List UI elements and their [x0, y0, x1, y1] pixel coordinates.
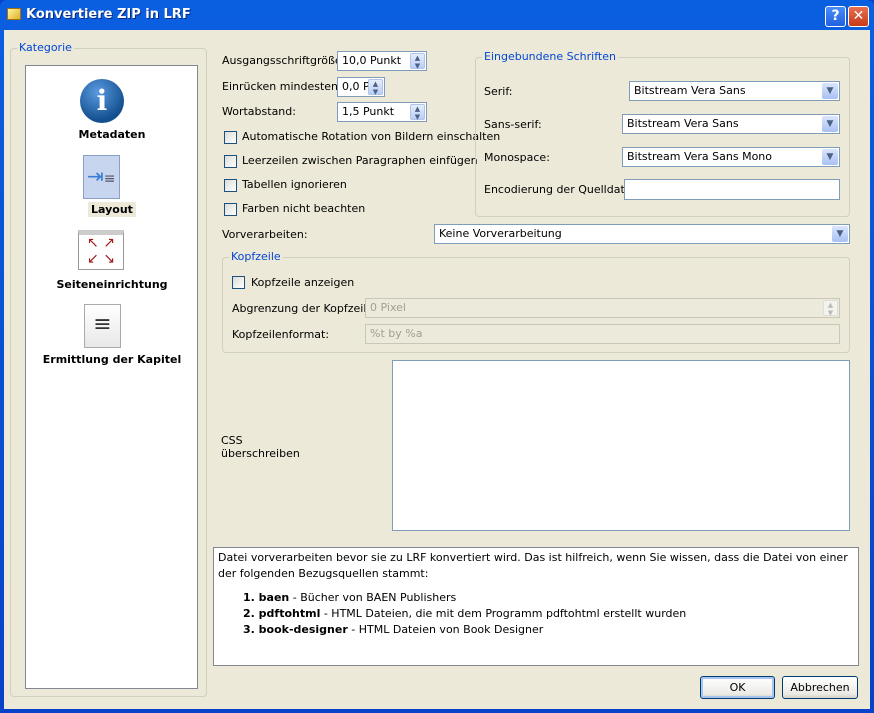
description-box: Datei vorverarbeiten bevor sie zu LRF ko…: [213, 547, 859, 666]
item-text: - HTML Dateien, die mit dem Programm pdf…: [320, 607, 687, 620]
spin-arrows-icon[interactable]: ▲ ▼: [368, 79, 383, 96]
monospace-label: Monospace:: [484, 151, 550, 164]
category-item-label: Layout: [88, 202, 136, 217]
encoding-input[interactable]: [624, 179, 840, 200]
font-size-label: Ausgangsschriftgröße:: [222, 54, 346, 67]
checkbox[interactable]: [224, 155, 237, 168]
category-item-label: Seiteneinrichtung: [56, 278, 168, 291]
item-name: 1. baen: [243, 591, 290, 604]
chevron-down-icon[interactable]: ▼: [822, 149, 838, 165]
spin-arrows-icon[interactable]: ▲ ▼: [823, 300, 838, 317]
header-separation-label: Abgrenzung der Kopfzeile:: [232, 302, 377, 315]
checkbox-label[interactable]: Farben nicht beachten: [242, 202, 365, 215]
sans-serif-font-select[interactable]: Bitstream Vera Sans ▼: [622, 114, 840, 134]
checkbox[interactable]: [224, 131, 237, 144]
description-intro: Datei vorverarbeiten bevor sie zu LRF ko…: [218, 551, 848, 580]
dialog-window: Konvertiere ZIP in LRF ? ✕ Kategorie i M…: [0, 0, 874, 713]
indent-label: Einrücken mindestens:: [222, 80, 348, 93]
ok-button[interactable]: OK: [700, 676, 775, 699]
header-separation-value: 0 Pixel: [370, 301, 406, 314]
checkbox-label[interactable]: Automatische Rotation von Bildern einsch…: [242, 130, 500, 143]
chevron-down-icon[interactable]: ▼: [832, 226, 848, 242]
checkbox[interactable]: [232, 276, 245, 289]
chevron-down-icon[interactable]: ▼: [822, 116, 838, 132]
description-item: 3. book-designer - HTML Dateien von Book…: [243, 622, 854, 638]
cancel-button[interactable]: Abbrechen: [782, 676, 858, 699]
word-spacing-label: Wortabstand:: [222, 105, 296, 118]
preprocess-label: Vorverarbeiten:: [222, 228, 308, 241]
category-list[interactable]: i Metadaten ⇥≡ Layout ↖ ↗ ↙ ↘ Seiteneinri…: [25, 65, 198, 689]
info-icon: i: [80, 79, 124, 123]
spin-arrows-icon[interactable]: ▲ ▼: [410, 104, 425, 121]
serif-value: Bitstream Vera Sans: [634, 84, 746, 97]
item-text: - HTML Dateien von Book Designer: [347, 623, 544, 636]
indent-spinbox[interactable]: 0,0 Pu ▲ ▼: [337, 77, 385, 97]
sans-serif-value: Bitstream Vera Sans: [627, 117, 739, 130]
checkbox-label[interactable]: Tabellen ignorieren: [242, 178, 347, 191]
category-item-label: Metadaten: [78, 128, 146, 141]
item-text: - Bücher von BAEN Publishers: [289, 591, 457, 604]
description-item: 2. pdftohtml - HTML Dateien, die mit dem…: [243, 606, 854, 622]
description-item: 1. baen - Bücher von BAEN Publishers: [243, 590, 854, 606]
embedded-fonts-label: Eingebundene Schriften: [482, 50, 618, 63]
chapter-icon: ≡: [84, 304, 121, 348]
dialog-body: Kategorie i Metadaten ⇥≡ Layout ↖ ↗ ↙ ↘ S…: [4, 30, 870, 709]
serif-label: Serif:: [484, 85, 513, 98]
font-size-spinbox[interactable]: 10,0 Punkt ▲ ▼: [337, 51, 427, 71]
checkbox-label[interactable]: Leerzeilen zwischen Paragraphen einfügen: [242, 154, 478, 167]
layout-icon: ⇥≡: [83, 155, 120, 199]
font-size-value: 10,0 Punkt: [342, 54, 402, 67]
sans-serif-label: Sans-serif:: [484, 118, 542, 131]
header-format-input[interactable]: %t by %a: [365, 324, 840, 344]
item-name: 2. pdftohtml: [243, 607, 321, 620]
css-label-override: überschreiben: [221, 447, 300, 460]
category-label: Kategorie: [17, 41, 74, 54]
css-textarea[interactable]: [392, 360, 850, 531]
spin-arrows-icon[interactable]: ▲ ▼: [410, 53, 425, 70]
category-item-label: Ermittlung der Kapitel: [42, 353, 182, 366]
checkbox[interactable]: [224, 179, 237, 192]
serif-font-select[interactable]: Bitstream Vera Sans ▼: [629, 81, 840, 101]
page-setup-icon: ↖ ↗ ↙ ↘: [78, 230, 124, 270]
encoding-label: Encodierung der Quelldatei:: [484, 183, 639, 196]
header-group-label: Kopfzeile: [229, 250, 283, 263]
checkbox-label[interactable]: Kopfzeile anzeigen: [251, 276, 354, 289]
monospace-value: Bitstream Vera Sans Mono: [627, 150, 773, 163]
checkbox[interactable]: [224, 203, 237, 216]
preprocess-select[interactable]: Keine Vorverarbeitung ▼: [434, 224, 850, 244]
preprocess-value: Keine Vorverarbeitung: [439, 227, 562, 240]
header-format-label: Kopfzeilenformat:: [232, 328, 330, 341]
word-spacing-spinbox[interactable]: 1,5 Punkt ▲ ▼: [337, 102, 427, 122]
css-label: CSS: [221, 434, 243, 447]
monospace-font-select[interactable]: Bitstream Vera Sans Mono ▼: [622, 147, 840, 167]
word-spacing-value: 1,5 Punkt: [342, 105, 395, 118]
header-separation-spinbox[interactable]: 0 Pixel ▲ ▼: [365, 298, 840, 318]
item-name: 3. book-designer: [243, 623, 348, 636]
chevron-down-icon[interactable]: ▼: [822, 83, 838, 99]
